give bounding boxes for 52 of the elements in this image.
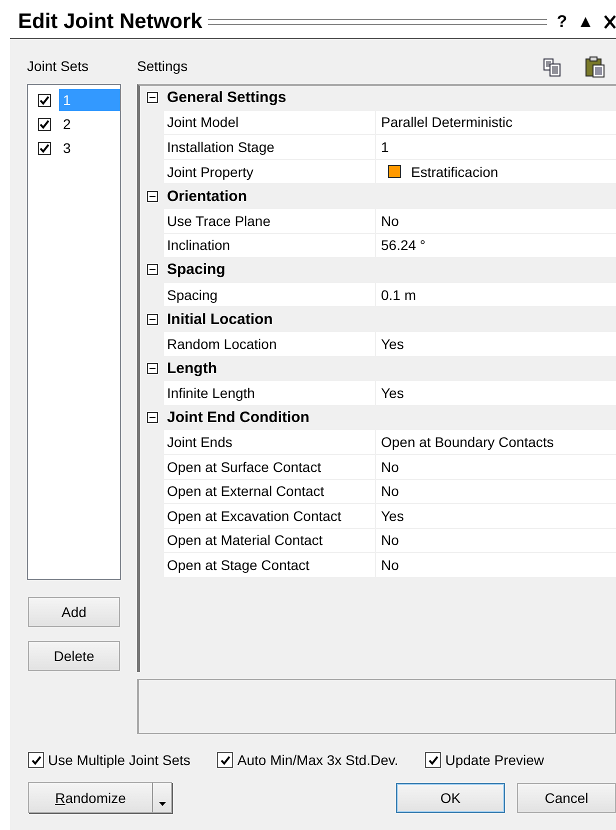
property-value[interactable]: Parallel Deterministic: [381, 114, 512, 130]
dialog-button[interactable]: OK: [396, 782, 505, 812]
collapse-icon[interactable]: [146, 264, 158, 276]
paste-icon[interactable]: [584, 56, 606, 78]
property-value[interactable]: 1: [381, 138, 389, 155]
collapse-icon[interactable]: [146, 412, 158, 424]
property-value[interactable]: No: [381, 483, 399, 500]
checkbox-label[interactable]: Auto Min/Max 3x Std.Dev.: [237, 752, 398, 768]
property-name: Joint Ends: [164, 430, 376, 454]
property-name: Joint Property: [164, 160, 376, 184]
group-header[interactable]: Spacing: [164, 258, 226, 282]
list-button[interactable]: Add: [28, 597, 120, 627]
property-name: Joint Model: [164, 110, 376, 134]
close-icon[interactable]: [604, 14, 616, 28]
copy-icon[interactable]: [542, 57, 562, 77]
group-header[interactable]: Length: [164, 356, 217, 380]
window-title: Edit Joint Network: [18, 10, 202, 34]
property-value[interactable]: Open at Boundary Contacts: [381, 434, 554, 450]
property-value[interactable]: No: [381, 557, 399, 574]
group-header[interactable]: Orientation: [164, 184, 248, 208]
property-value[interactable]: Yes: [381, 508, 404, 524]
property-value[interactable]: 56.24 °: [381, 237, 426, 254]
property-value[interactable]: Yes: [381, 336, 404, 352]
property-value[interactable]: Yes: [381, 384, 404, 401]
property-value[interactable]: 0.1 m: [381, 286, 416, 303]
collapse-icon[interactable]: [146, 314, 158, 325]
checkbox-label[interactable]: Use Multiple Joint Sets: [48, 752, 190, 768]
checkbox[interactable]: [38, 118, 51, 130]
dropdown-button[interactable]: [152, 782, 172, 813]
section-label: Joint Sets: [27, 58, 90, 76]
joint-set-item[interactable]: 2: [59, 113, 120, 135]
title-bar-button[interactable]: ▲: [577, 12, 594, 32]
checkbox[interactable]: [217, 752, 234, 768]
randomize-button[interactable]: Randomize: [28, 782, 152, 813]
checkbox[interactable]: [38, 94, 51, 106]
dialog-button[interactable]: Cancel: [517, 782, 616, 812]
property-value[interactable]: No: [381, 212, 399, 229]
joint-set-item[interactable]: 3: [59, 137, 120, 159]
title-bar-button[interactable]: ?: [556, 12, 568, 32]
property-value[interactable]: No: [381, 458, 399, 475]
collapse-icon[interactable]: [146, 190, 158, 202]
property-value[interactable]: Estratificacion: [411, 164, 498, 180]
property-value[interactable]: No: [381, 532, 399, 548]
section-label: Settings: [137, 58, 189, 76]
list-button[interactable]: Delete: [28, 641, 120, 671]
checkbox[interactable]: [38, 142, 51, 154]
checkbox[interactable]: [425, 752, 442, 768]
collapse-icon[interactable]: [146, 92, 158, 104]
checkbox-label[interactable]: Update Preview: [445, 752, 544, 768]
collapse-icon[interactable]: [146, 362, 158, 374]
checkbox[interactable]: [28, 752, 44, 768]
caret-icon: [158, 802, 166, 806]
